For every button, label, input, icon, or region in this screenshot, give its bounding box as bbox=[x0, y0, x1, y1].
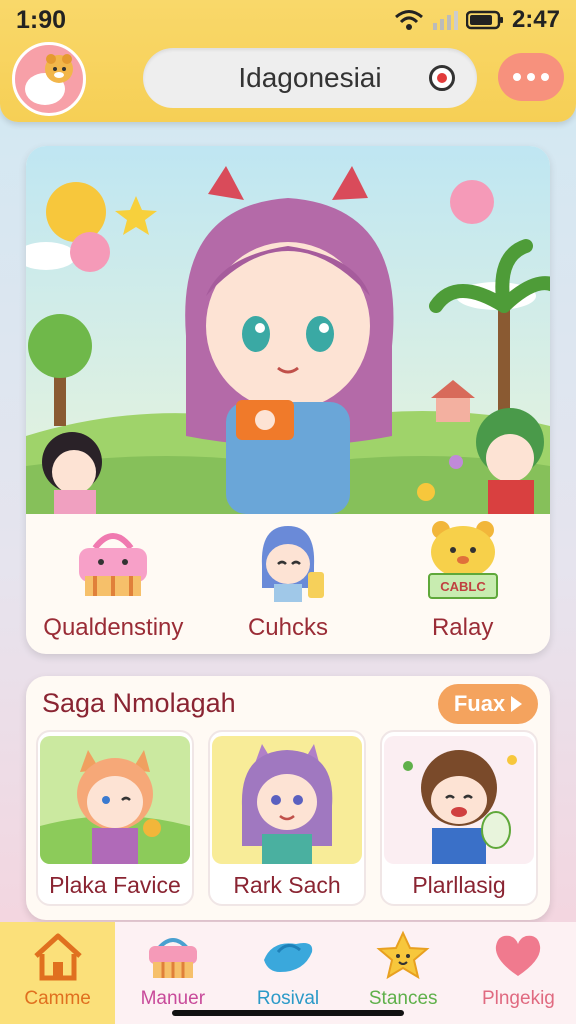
dot-icon bbox=[541, 73, 549, 81]
signal-icon bbox=[432, 11, 458, 30]
status-time: 1:90 bbox=[16, 5, 67, 34]
section-title: Saga Nmolagah bbox=[42, 688, 236, 718]
feature-item[interactable]: Cuhcks bbox=[204, 518, 372, 648]
nav-label: Plngekig bbox=[481, 988, 555, 1009]
hamster-avatar-icon bbox=[25, 54, 73, 105]
home-indicator[interactable] bbox=[172, 1010, 404, 1016]
nav-item-home[interactable]: Camme bbox=[0, 922, 116, 1024]
star-icon bbox=[376, 930, 430, 980]
saga-card-label: Rark Sach bbox=[233, 872, 341, 898]
saga-button-label: Fuax bbox=[453, 691, 506, 716]
status-bar: 1:90 2:47 bbox=[0, 0, 576, 40]
saga-card-list: Plaka Favice Rark Sach Plarllasig bbox=[36, 730, 540, 910]
status-icons: 2:47 bbox=[394, 6, 560, 34]
status-clock: 2:47 bbox=[511, 6, 560, 33]
nav-item-rosival[interactable]: Rosival bbox=[230, 922, 345, 1024]
bird-icon bbox=[264, 943, 313, 972]
saga-card-label: Plarllasig bbox=[412, 872, 506, 898]
wifi-icon bbox=[394, 10, 423, 30]
record-icon[interactable] bbox=[429, 65, 455, 91]
nav-label: Stances bbox=[368, 988, 438, 1009]
dot-icon bbox=[513, 73, 521, 81]
play-icon bbox=[511, 696, 523, 712]
basket-icon bbox=[79, 533, 148, 596]
pink-creature-icon bbox=[70, 232, 110, 272]
saga-section: Saga Nmolagah Fuax Plaka Favice Rark Sac… bbox=[26, 676, 550, 920]
app-header: 1:90 2:47 Idagonesiai bbox=[0, 0, 576, 122]
nav-item-plngekig[interactable]: Plngekig bbox=[461, 922, 576, 1024]
sun-icon bbox=[46, 182, 106, 242]
feature-row: Qualdenstiny Cuhcks CABLC Ralay bbox=[26, 518, 550, 654]
nav-item-manuer[interactable]: Manuer bbox=[115, 922, 230, 1024]
brown-hair-thumbnail bbox=[384, 736, 534, 864]
basket-icon bbox=[148, 938, 197, 978]
character-icon bbox=[261, 526, 324, 602]
saga-action-button[interactable]: Fuax bbox=[438, 684, 538, 724]
feature-item[interactable]: CABLC Ralay bbox=[379, 518, 547, 648]
feature-label: Cuhcks bbox=[247, 614, 328, 641]
hero-card[interactable]: Qualdenstiny Cuhcks CABLC Ralay bbox=[26, 146, 550, 654]
nav-label: Camme bbox=[24, 988, 91, 1009]
bottom-navigation: Camme Manuer Rosival Stances Plngekig bbox=[0, 922, 576, 1024]
home-icon bbox=[33, 933, 82, 981]
heart-icon bbox=[496, 935, 541, 976]
hero-illustration bbox=[26, 146, 550, 514]
saga-card[interactable]: Plaka Favice bbox=[36, 730, 194, 906]
battery-icon bbox=[465, 10, 503, 30]
feature-label: Qualdenstiny bbox=[43, 614, 184, 641]
cat-girl-thumbnail bbox=[40, 736, 190, 864]
purple-hair-thumbnail bbox=[212, 736, 362, 864]
saga-card[interactable]: Plarllasig bbox=[380, 730, 538, 906]
search-bar[interactable]: Idagonesiai bbox=[143, 48, 477, 108]
sign-text: CABLC bbox=[440, 579, 486, 594]
nav-label: Manuer bbox=[140, 988, 206, 1009]
pink-creature-icon bbox=[450, 180, 494, 224]
feature-label: Ralay bbox=[431, 614, 494, 641]
nav-item-stances[interactable]: Stances bbox=[346, 922, 461, 1024]
search-text: Idagonesiai bbox=[238, 62, 382, 93]
bear-sign-icon: CABLC bbox=[427, 521, 498, 599]
dot-icon bbox=[527, 73, 535, 81]
feature-item[interactable]: Qualdenstiny bbox=[29, 518, 197, 648]
saga-card[interactable]: Rark Sach bbox=[208, 730, 366, 906]
avatar[interactable] bbox=[12, 42, 86, 116]
more-options-button[interactable] bbox=[498, 53, 564, 101]
nav-label: Rosival bbox=[256, 988, 320, 1009]
saga-card-label: Plaka Favice bbox=[49, 872, 181, 898]
